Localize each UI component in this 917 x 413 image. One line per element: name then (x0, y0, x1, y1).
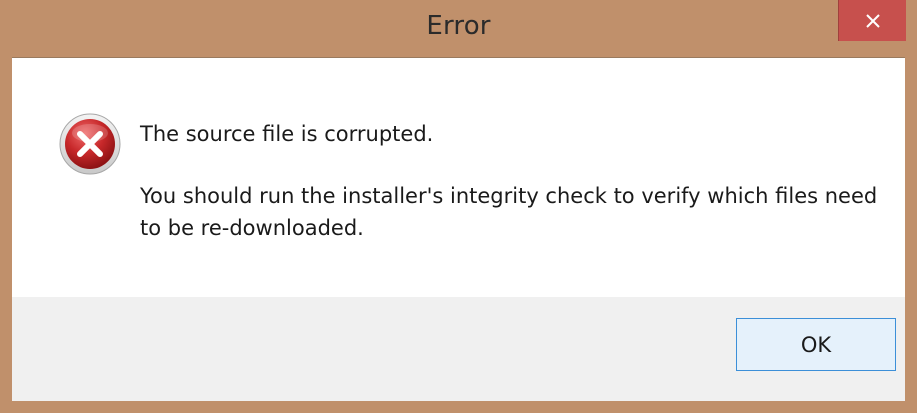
error-message: The source file is corrupted. You should… (140, 118, 880, 244)
close-button[interactable] (838, 0, 906, 41)
message-line-2: You should run the installer's integrity… (140, 184, 878, 240)
error-dialog-window: Error The source file is corrupted. You … (0, 0, 917, 413)
dialog-title: Error (426, 11, 491, 41)
message-line-1: The source file is corrupted. (140, 122, 434, 146)
dialog-content: The source file is corrupted. You should… (12, 57, 905, 297)
title-bar[interactable]: Error (0, 0, 917, 57)
dialog-footer: OK (12, 297, 905, 401)
ok-button[interactable]: OK (736, 318, 896, 371)
close-icon (865, 13, 881, 29)
error-icon (59, 113, 121, 175)
